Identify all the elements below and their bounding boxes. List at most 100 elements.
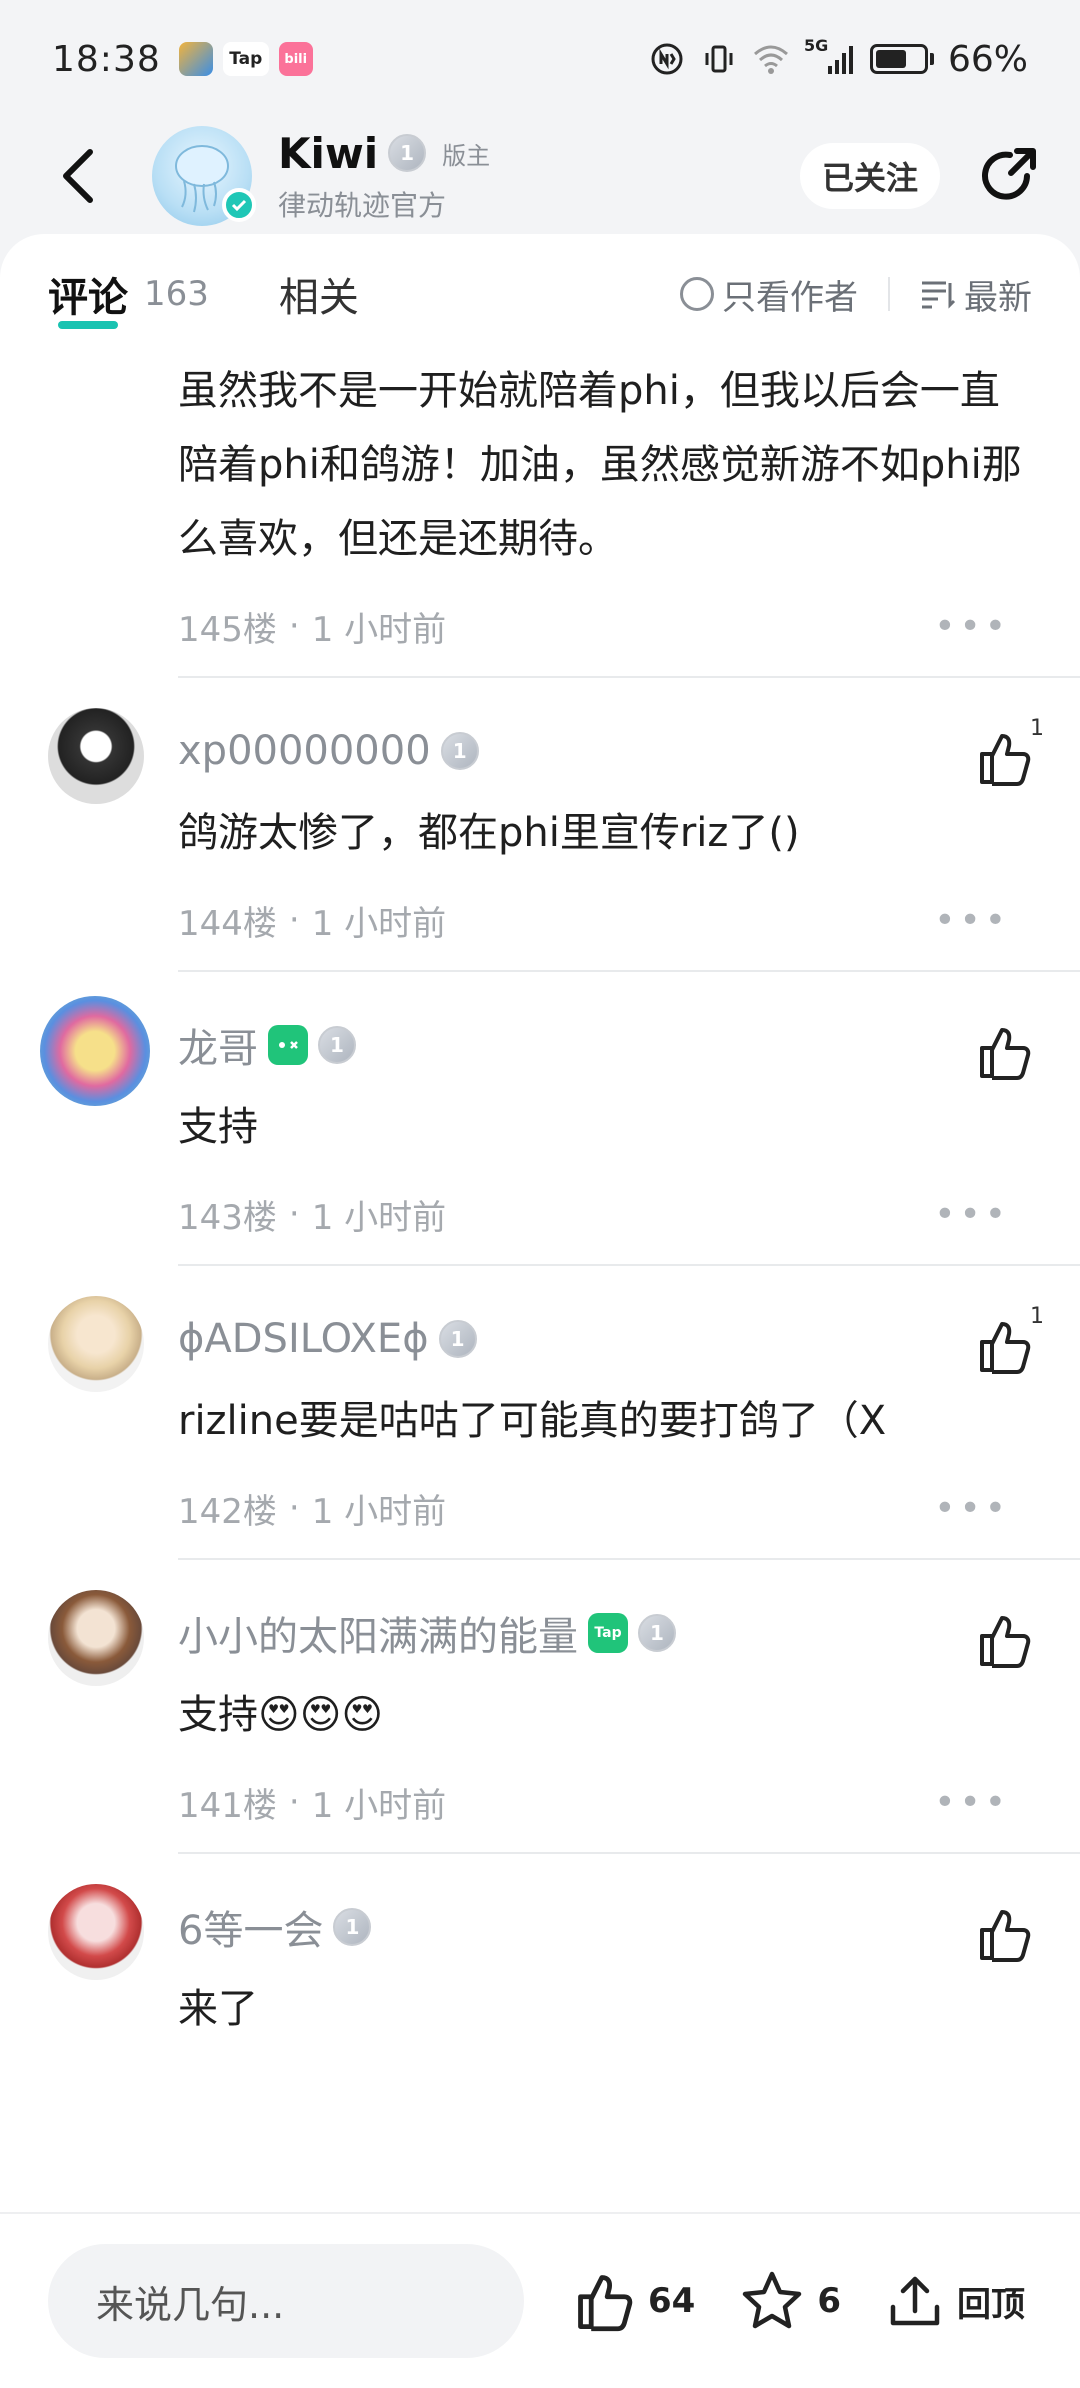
comment-floor: 142楼 bbox=[178, 1491, 277, 1532]
comment-username[interactable]: ϕADSILOXEϕ bbox=[178, 1316, 429, 1362]
moderator-tag: 版主 bbox=[442, 141, 491, 170]
user-avatar[interactable] bbox=[48, 1884, 144, 1980]
user-avatar[interactable] bbox=[48, 1296, 144, 1392]
radio-icon bbox=[680, 277, 714, 311]
more-options-icon[interactable]: ••• bbox=[934, 606, 1010, 647]
comment-username[interactable]: 龙哥 bbox=[178, 1016, 258, 1074]
comment-text: 来了 bbox=[178, 1986, 258, 2032]
network-type-label: 5G bbox=[803, 36, 829, 55]
like-count: 1 bbox=[1030, 1304, 1044, 1329]
level-badge-icon: 1 bbox=[638, 1614, 676, 1652]
author-subtitle: 律动轨迹官方 bbox=[278, 188, 447, 222]
upload-arrow-icon bbox=[890, 2276, 940, 2326]
tab-comments-label: 评论 bbox=[48, 275, 128, 321]
status-bar: 18:38 Tap bili 5G 66% bbox=[0, 0, 1080, 118]
more-options-icon[interactable]: ••• bbox=[934, 1488, 1010, 1529]
thumbs-up-icon[interactable] bbox=[974, 1022, 1034, 1082]
thumbs-up-icon[interactable] bbox=[974, 1316, 1034, 1376]
sort-label: 最新 bbox=[964, 277, 1032, 318]
tab-comments[interactable]: 评论 bbox=[48, 265, 128, 329]
comment-text: rizline要是咕咕了可能真的要打鸽了（X bbox=[178, 1398, 887, 1444]
game-controller-badge-icon bbox=[268, 1025, 308, 1065]
thumbs-up-icon[interactable] bbox=[974, 728, 1034, 788]
comment-text: 鸽游太惨了，都在phi里宣传riz了() bbox=[178, 810, 800, 856]
thumbs-up-icon[interactable] bbox=[974, 1610, 1034, 1670]
bilibili-app-icon: bili bbox=[278, 42, 313, 76]
battery-icon bbox=[869, 44, 934, 74]
author-only-label: 只看作者 bbox=[722, 277, 858, 318]
level-badge-icon: 1 bbox=[318, 1026, 356, 1064]
battery-percent: 66% bbox=[947, 38, 1028, 80]
level-badge-icon: 1 bbox=[438, 1320, 477, 1358]
back-button[interactable] bbox=[30, 128, 126, 224]
comment-text: 支持 bbox=[178, 1104, 258, 1150]
comment-time: 1 小时前 bbox=[311, 903, 447, 944]
level-badge-icon: 1 bbox=[333, 1908, 372, 1946]
post-header: Kiwi 1 版主 律动轨迹官方 已关注 bbox=[0, 118, 1080, 234]
comment-meta: 144楼 · 1 小时前 ••• bbox=[178, 870, 1030, 970]
author-name[interactable]: Kiwi bbox=[278, 129, 378, 178]
comment-floor: 143楼 bbox=[178, 1197, 277, 1238]
thumbs-up-icon[interactable] bbox=[974, 1904, 1034, 1964]
sort-icon bbox=[922, 281, 956, 309]
cellular-signal-icon: 5G bbox=[804, 36, 856, 78]
tap-badge-icon: Tap bbox=[588, 1613, 628, 1653]
comment-username[interactable]: 6等一会 bbox=[178, 1898, 323, 1956]
back-to-top-label: 回顶 bbox=[957, 2284, 1025, 2325]
comment-input[interactable]: 来说几句... bbox=[48, 2244, 524, 2358]
nfc-icon bbox=[648, 40, 686, 78]
comment-item: xp00000000 1 鸽游太惨了，都在phi里宣传riz了() 144楼 ·… bbox=[0, 678, 1080, 970]
comment-username[interactable]: 小小的太阳满满的能量 bbox=[178, 1604, 578, 1662]
back-to-top-button[interactable]: 回顶 bbox=[885, 2271, 1025, 2331]
comment-meta: 141楼 · 1 小时前 ••• bbox=[178, 1752, 1030, 1852]
comment-floor: 144楼 bbox=[178, 903, 277, 944]
comment-time: 1 小时前 bbox=[311, 609, 447, 650]
more-options-icon[interactable]: ••• bbox=[934, 1194, 1010, 1235]
bottom-action-bar: 来说几句... 64 6 回顶 bbox=[0, 2212, 1080, 2388]
comment-time: 1 小时前 bbox=[311, 1491, 447, 1532]
favorite-button[interactable]: 6 bbox=[739, 2268, 841, 2334]
comment-item: 小小的太阳满满的能量 Tap 1 支持😍😍😍 141楼 · 1 小时前 ••• bbox=[0, 1560, 1080, 1852]
comment-item: 虽然我不是一开始就陪着phi，但我以后会一直陪着phi和鸽游！加油，虽然感觉新游… bbox=[0, 354, 1080, 676]
status-app-icons: Tap bili bbox=[178, 42, 313, 76]
comment-item: 龙哥 1 支持 143楼 · 1 小时前 ••• bbox=[0, 972, 1080, 1264]
tap-app-icon: Tap bbox=[222, 42, 269, 76]
comment-time: 1 小时前 bbox=[311, 1197, 447, 1238]
follow-button[interactable]: 已关注 bbox=[799, 143, 940, 209]
sort-button[interactable]: 最新 bbox=[920, 270, 1032, 319]
comment-floor: 141楼 bbox=[178, 1785, 277, 1826]
comment-item: ϕADSILOXEϕ 1 rizline要是咕咕了可能真的要打鸽了（X 142楼… bbox=[0, 1266, 1080, 1558]
more-options-icon[interactable]: ••• bbox=[934, 900, 1010, 941]
user-avatar[interactable] bbox=[48, 708, 144, 804]
divider bbox=[888, 277, 890, 311]
share-icon bbox=[982, 148, 1036, 200]
comment-time: 1 小时前 bbox=[311, 1785, 447, 1826]
like-post-button[interactable]: 64 bbox=[572, 2269, 695, 2333]
favorite-count: 6 bbox=[817, 2281, 841, 2321]
comments-card: 评论 163 相关 只看作者 最新 虽然我不是一开始就陪着phi，但我以后会一直… bbox=[0, 234, 1080, 2388]
comment-text: 虽然我不是一开始就陪着phi，但我以后会一直陪着phi和鸽游！加油，虽然感觉新游… bbox=[178, 368, 1022, 562]
user-avatar[interactable] bbox=[40, 996, 150, 1106]
author-avatar[interactable] bbox=[152, 126, 256, 226]
comment-item: 6等一会 1 来了 bbox=[0, 1854, 1080, 2046]
comment-text: 支持😍😍😍 bbox=[178, 1692, 384, 1738]
level-badge-icon: 1 bbox=[388, 134, 427, 172]
user-avatar[interactable] bbox=[48, 1590, 144, 1686]
comment-list: 虽然我不是一开始就陪着phi，但我以后会一直陪着phi和鸽游！加油，虽然感觉新游… bbox=[0, 354, 1080, 2046]
author-only-toggle[interactable]: 只看作者 bbox=[680, 270, 858, 319]
share-button[interactable] bbox=[970, 136, 1050, 216]
comment-floor: 145楼 bbox=[178, 609, 277, 650]
comments-count: 163 bbox=[144, 274, 209, 314]
star-icon bbox=[743, 2271, 802, 2329]
tab-bar: 评论 163 相关 只看作者 最新 bbox=[0, 234, 1080, 354]
thumbs-up-icon bbox=[578, 2275, 633, 2332]
weather-app-icon bbox=[178, 42, 213, 76]
post-like-count: 64 bbox=[648, 2281, 696, 2321]
more-options-icon[interactable]: ••• bbox=[934, 1782, 1010, 1823]
comment-username[interactable]: xp00000000 bbox=[178, 728, 431, 774]
like-count: 1 bbox=[1030, 716, 1044, 741]
verified-badge-icon bbox=[222, 188, 256, 222]
comment-meta: 143楼 · 1 小时前 ••• bbox=[178, 1164, 1030, 1264]
tab-related[interactable]: 相关 bbox=[279, 265, 359, 323]
tab-indicator bbox=[58, 321, 118, 329]
